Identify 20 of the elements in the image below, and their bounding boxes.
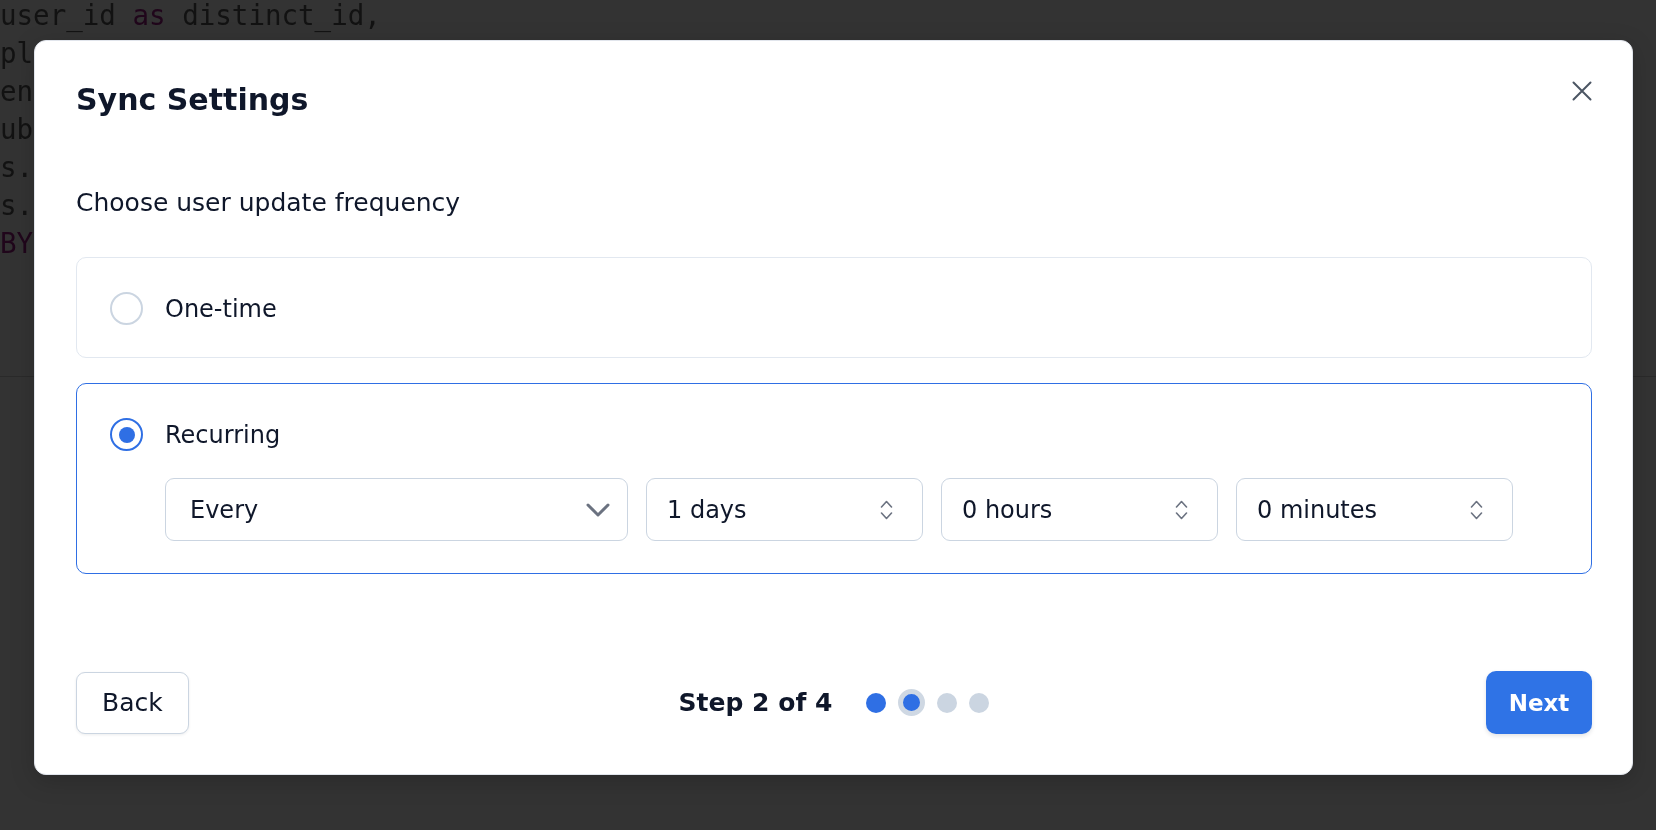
- radio-button[interactable]: [110, 418, 143, 451]
- next-button[interactable]: Next: [1486, 671, 1592, 734]
- back-button[interactable]: Back: [76, 671, 189, 734]
- up-down-chevron-icon: [1175, 499, 1188, 520]
- prompt-text: Choose user update frequency: [76, 187, 461, 219]
- option-card[interactable]: One-time: [76, 257, 1592, 358]
- up-down-chevron-icon: [1470, 499, 1483, 520]
- up-down-chevron-icon: [880, 499, 893, 520]
- number-input[interactable]: 1 days: [646, 478, 923, 541]
- number-input[interactable]: 0 minutes: [1236, 478, 1513, 541]
- select-dropdown[interactable]: Every: [165, 478, 628, 541]
- step-label: Step 2 of 4: [678, 686, 833, 719]
- number-input[interactable]: 0 hours: [941, 478, 1218, 541]
- dialog-title: Sync Settings: [76, 81, 309, 119]
- close-button[interactable]: [1572, 81, 1592, 101]
- option-card[interactable]: Recurring Every 1 days 0 hours 0 minutes: [76, 383, 1592, 574]
- chevron-down-icon: [586, 502, 610, 517]
- option-label: One-time: [165, 293, 277, 325]
- close-icon: [1572, 81, 1592, 101]
- option-label: Recurring: [165, 419, 281, 451]
